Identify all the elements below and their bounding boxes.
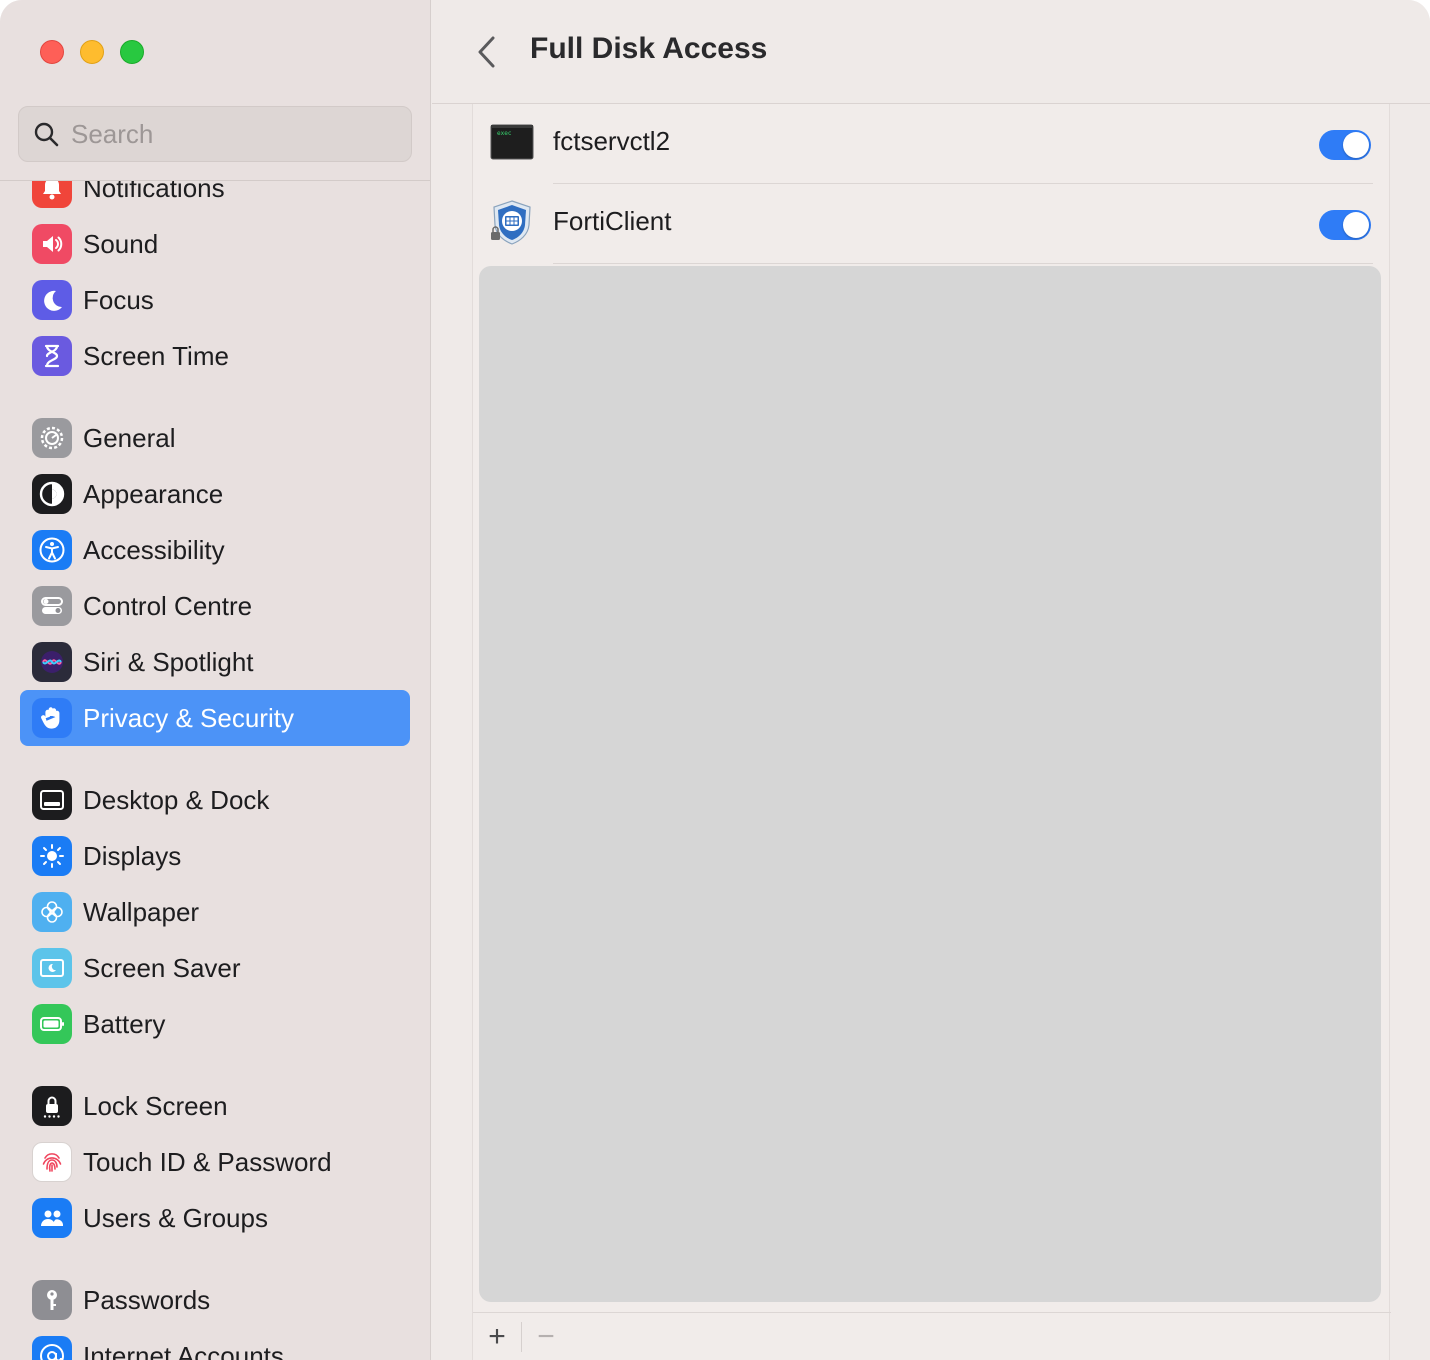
sidebar-item-label: Focus bbox=[83, 284, 154, 315]
add-app-button[interactable]: + bbox=[473, 1314, 521, 1360]
sidebar-item-label: Control Centre bbox=[83, 590, 253, 621]
sidebar-item-siri-spotlight[interactable]: Siri & Spotlight bbox=[20, 634, 410, 690]
key-icon bbox=[32, 1280, 72, 1320]
sidebar-item-battery[interactable]: Battery bbox=[20, 996, 410, 1052]
remove-app-button[interactable]: − bbox=[522, 1314, 570, 1360]
app-list-empty-area bbox=[479, 266, 1381, 1302]
sidebar-item-privacy-security[interactable]: Privacy & Security bbox=[20, 690, 410, 746]
sun-icon bbox=[32, 836, 72, 876]
sidebar-item-desktop-dock[interactable]: Desktop & Dock bbox=[20, 772, 410, 828]
exec-terminal-icon: exec bbox=[490, 124, 534, 160]
forticlient-shield-icon bbox=[491, 200, 531, 245]
sidebar-item-label: Sound bbox=[83, 228, 159, 259]
hand-icon bbox=[32, 698, 72, 738]
row-divider bbox=[553, 263, 1373, 264]
sidebar-item-label: Wallpaper bbox=[83, 896, 200, 927]
flower-icon bbox=[32, 892, 72, 932]
sidebar-item-screen-saver[interactable]: Screen Saver bbox=[20, 940, 410, 996]
speaker-icon bbox=[32, 224, 72, 264]
chevron-left-icon bbox=[478, 36, 495, 68]
accessibility-icon bbox=[32, 530, 72, 570]
moon-icon bbox=[32, 280, 72, 320]
fingerprint-icon bbox=[32, 1142, 72, 1182]
sidebar-item-label: Desktop & Dock bbox=[83, 784, 270, 815]
gear-icon bbox=[32, 418, 72, 458]
sidebar-item-accessibility[interactable]: Accessibility bbox=[20, 522, 410, 578]
sidebar-item-label: Passwords bbox=[83, 1284, 211, 1315]
search-field[interactable] bbox=[18, 106, 412, 162]
footer-divider bbox=[473, 1312, 1391, 1313]
sidebar: Notifications Sound Focus Screen Time Genera… bbox=[0, 0, 431, 1360]
bell-icon bbox=[32, 181, 72, 208]
app-list-panel: exec fctservctl2 FortiClient + − bbox=[472, 104, 1391, 1360]
sidebar-item-screen-time[interactable]: Screen Time bbox=[20, 328, 410, 384]
at-icon bbox=[32, 1336, 72, 1360]
lock-icon bbox=[32, 1086, 72, 1126]
sidebar-item-lock-screen[interactable]: Lock Screen bbox=[20, 1078, 410, 1134]
sidebar-item-label: Accessibility bbox=[83, 534, 225, 565]
sidebar-item-label: Notifications bbox=[83, 181, 225, 203]
sidebar-item-label: Lock Screen bbox=[83, 1090, 228, 1121]
sidebar-item-label: Internet Accounts bbox=[83, 1340, 284, 1360]
sidebar-item-label: Battery bbox=[83, 1008, 166, 1039]
header: Full Disk Access bbox=[432, 0, 1430, 104]
sidebar-item-label: Siri & Spotlight bbox=[83, 646, 254, 677]
battery-icon bbox=[32, 1004, 72, 1044]
traffic-lights bbox=[40, 40, 144, 64]
sidebar-item-label: General bbox=[83, 422, 176, 453]
sidebar-item-label: Screen Saver bbox=[83, 952, 241, 983]
sidebar-item-focus[interactable]: Focus bbox=[20, 272, 410, 328]
maximize-window-button[interactable] bbox=[120, 40, 144, 64]
sidebar-item-appearance[interactable]: Appearance bbox=[20, 466, 410, 522]
sidebar-item-label: Appearance bbox=[83, 478, 224, 509]
sidebar-item-displays[interactable]: Displays bbox=[20, 828, 410, 884]
dock-icon bbox=[32, 780, 72, 820]
sidebar-item-touch-id-password[interactable]: Touch ID & Password bbox=[20, 1134, 410, 1190]
sidebar-item-label: Privacy & Security bbox=[83, 702, 294, 733]
control-centre-icon bbox=[32, 586, 72, 626]
sidebar-item-label: Users & Groups bbox=[83, 1202, 268, 1233]
main-pane: Full Disk Access exec fctservctl2 FortiC… bbox=[432, 0, 1430, 1360]
sidebar-item-label: Screen Time bbox=[83, 340, 229, 371]
sidebar-item-wallpaper[interactable]: Wallpaper bbox=[20, 884, 410, 940]
hourglass-icon bbox=[32, 336, 72, 376]
users-icon bbox=[32, 1198, 72, 1238]
app-name: fctservctl2 bbox=[553, 126, 671, 156]
list-footer: + − bbox=[473, 1314, 570, 1360]
access-toggle[interactable] bbox=[1319, 130, 1371, 160]
sidebar-item-general[interactable]: General bbox=[20, 410, 410, 466]
sidebar-item-label: Displays bbox=[83, 840, 182, 871]
appearance-icon bbox=[32, 474, 72, 514]
sidebar-item-internet-accounts[interactable]: Internet Accounts bbox=[20, 1328, 410, 1360]
sidebar-item-passwords[interactable]: Passwords bbox=[20, 1272, 410, 1328]
settings-window: Notifications Sound Focus Screen Time Genera… bbox=[0, 0, 1430, 1360]
access-toggle[interactable] bbox=[1319, 210, 1371, 240]
sidebar-item-users-groups[interactable]: Users & Groups bbox=[20, 1190, 410, 1246]
svg-text:exec: exec bbox=[497, 130, 512, 137]
close-window-button[interactable] bbox=[40, 40, 64, 64]
minimize-window-button[interactable] bbox=[80, 40, 104, 64]
app-row-forticlient: FortiClient bbox=[473, 184, 1391, 264]
screensaver-icon bbox=[32, 948, 72, 988]
sidebar-item-label: Touch ID & Password bbox=[83, 1146, 332, 1177]
sidebar-nav[interactable]: Notifications Sound Focus Screen Time Genera… bbox=[0, 181, 430, 1360]
back-button[interactable] bbox=[468, 32, 504, 72]
page-title: Full Disk Access bbox=[530, 32, 768, 65]
app-row-fctservctl2: exec fctservctl2 bbox=[473, 104, 1391, 184]
sidebar-item-control-centre[interactable]: Control Centre bbox=[20, 578, 410, 634]
sidebar-item-sound[interactable]: Sound bbox=[20, 216, 410, 272]
siri-icon bbox=[32, 642, 72, 682]
search-input[interactable] bbox=[71, 118, 371, 150]
search-icon bbox=[34, 122, 59, 147]
sidebar-item-notifications[interactable]: Notifications bbox=[20, 181, 410, 216]
app-name: FortiClient bbox=[553, 206, 672, 236]
